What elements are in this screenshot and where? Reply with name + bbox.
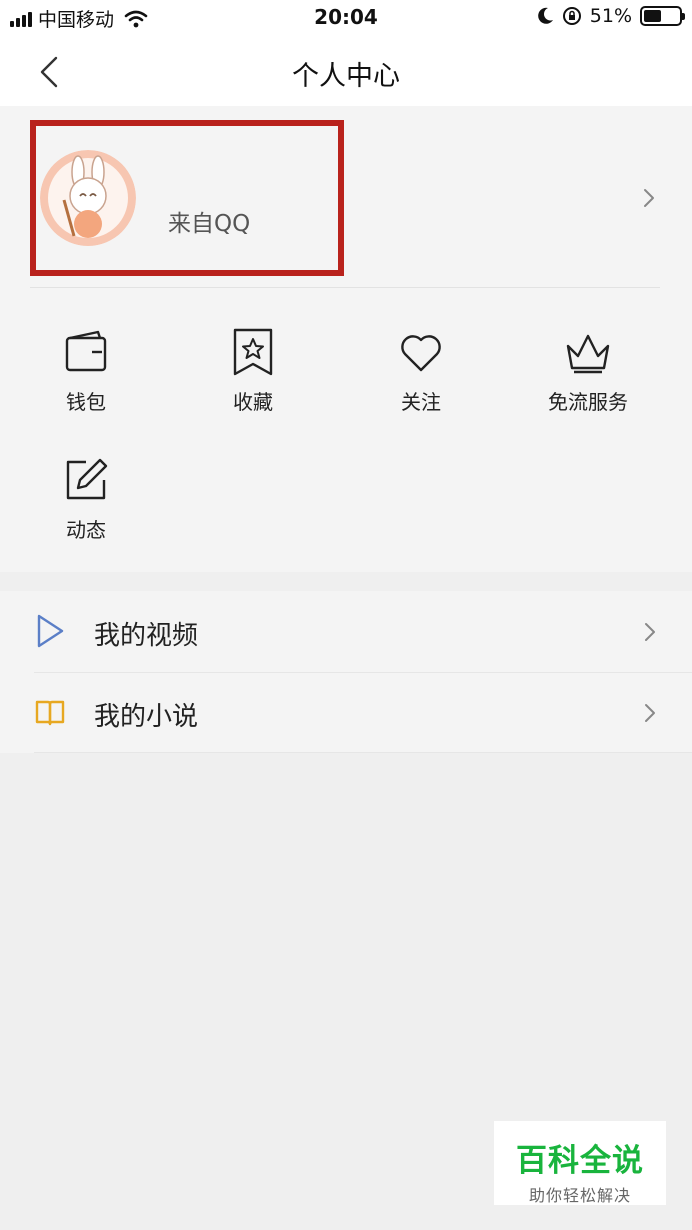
- heart-icon: [401, 335, 441, 372]
- divider: [30, 287, 660, 288]
- watermark-logo: 百科全说 助你轻松解决: [494, 1121, 666, 1205]
- watermark-title: 百科全说: [516, 1143, 644, 1179]
- favorites-button[interactable]: 收藏: [193, 328, 313, 438]
- play-icon: [37, 614, 64, 648]
- wallet-button[interactable]: 钱包: [26, 328, 146, 438]
- chevron-right-icon: [645, 623, 655, 641]
- list-item-my-novels[interactable]: 我的小说: [0, 672, 692, 753]
- moments-button[interactable]: 动态: [26, 456, 146, 566]
- free-data-service-label: 免流服务: [548, 390, 628, 414]
- book-icon: [35, 700, 65, 726]
- list-item-my-videos[interactable]: 我的视频: [0, 591, 692, 672]
- wallet-label: 钱包: [66, 390, 106, 414]
- profile-card: 来自QQ 钱包 收藏 关注 免流服务 动态: [0, 106, 692, 572]
- moon-icon: [537, 7, 553, 24]
- battery-icon: [640, 6, 685, 26]
- follow-button[interactable]: 关注: [361, 328, 481, 438]
- crown-icon: [566, 334, 610, 374]
- menu-list: 我的视频 我的小说: [0, 591, 692, 753]
- nav-bar: 个人中心: [0, 36, 692, 106]
- watermark-subtitle: 助你轻松解决: [528, 1186, 631, 1205]
- bookmark-star-icon: [233, 328, 273, 376]
- free-data-service-button[interactable]: 免流服务: [528, 328, 648, 438]
- wallet-icon: [65, 330, 107, 372]
- battery-percent: 51%: [589, 5, 632, 27]
- edit-icon: [66, 458, 108, 500]
- highlight-annotation: [30, 120, 344, 276]
- page-title: 个人中心: [292, 61, 400, 92]
- divider: [34, 752, 692, 753]
- profile-row[interactable]: 来自QQ: [0, 106, 692, 288]
- status-bar: 中国移动 20:04 51%: [0, 0, 692, 36]
- rotation-lock-icon: [562, 7, 581, 25]
- follow-label: 关注: [401, 390, 441, 414]
- favorites-label: 收藏: [233, 390, 273, 414]
- chevron-right-icon: [645, 704, 655, 722]
- chevron-right-icon: [644, 189, 654, 207]
- my-videos-label: 我的视频: [94, 621, 199, 651]
- my-novels-label: 我的小说: [94, 702, 199, 732]
- moments-label: 动态: [66, 518, 106, 542]
